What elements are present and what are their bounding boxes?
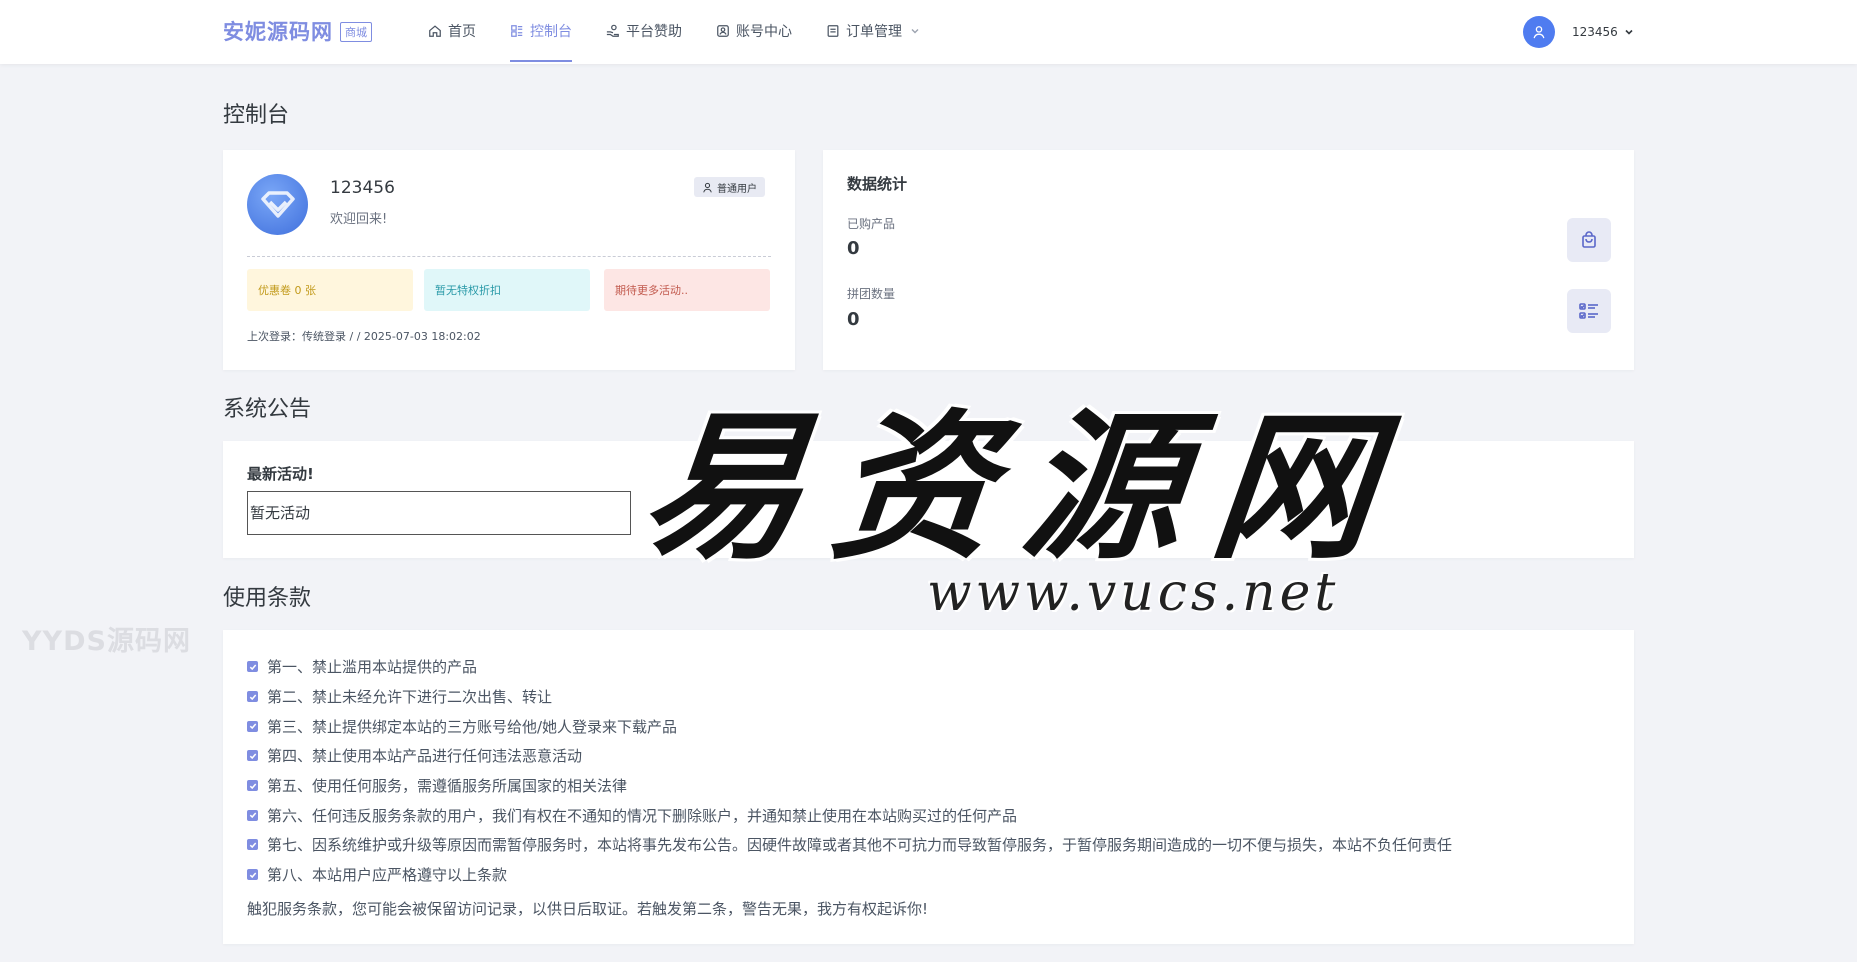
coupon-chip[interactable]: 优惠卷 0 张: [247, 269, 413, 311]
last-login-text: 上次登录：传统登录 / / 2025-07-03 18:02:02: [247, 330, 481, 343]
chevron-down-icon: [911, 29, 919, 34]
page-title: 控制台: [223, 103, 290, 128]
announcement-heading: 最新活动!: [247, 465, 314, 483]
terms-card: 第一、禁止滥用本站提供的产品 第二、禁止未经允许下进行二次出售、转让 第三、禁止…: [223, 630, 1634, 944]
stats-title: 数据统计: [847, 175, 908, 193]
dashboard-icon: [511, 25, 523, 37]
term-text: 第五、使用任何服务，需遵循服务所属国家的相关法律: [267, 777, 628, 796]
terms-footer: 触犯服务条款，您可能会被保留访问记录，以供日后取证。若触发第二条，警告无果，我方…: [247, 900, 929, 918]
welcome-text: 欢迎回来!: [330, 212, 388, 227]
user-type-label: 普通用户: [717, 183, 757, 195]
term-text: 第六、任何违反服务条款的用户，我们有权在不通知的情况下删除账户，并通知禁止使用在…: [267, 806, 1018, 825]
nav-item-home[interactable]: 首页: [428, 0, 476, 62]
donate-icon: [606, 24, 619, 37]
list-item: 第一、禁止滥用本站提供的产品: [247, 652, 1452, 682]
list-item: 第二、禁止未经允许下进行二次出售、转让: [247, 682, 1452, 712]
nav-item-dashboard[interactable]: 控制台: [510, 0, 572, 62]
account-icon: [717, 25, 729, 37]
checklist-icon: [1579, 303, 1598, 319]
checkbox-icon: [247, 661, 258, 673]
divider: [247, 256, 771, 257]
activity-chip[interactable]: 期待更多活动..: [604, 269, 770, 311]
avatar[interactable]: [1523, 16, 1555, 48]
nav-label: 订单管理: [846, 24, 902, 40]
term-text: 第一、禁止滥用本站提供的产品: [267, 658, 478, 677]
list-item: 第六、任何违反服务条款的用户，我们有权在不通知的情况下删除账户，并通知禁止使用在…: [247, 800, 1452, 830]
nav-item-account[interactable]: 账号中心: [716, 0, 792, 62]
list-item: 第七、因系统维护或升级等原因而需暂停服务时，本站将事先发布公告。因硬件故障或者其…: [247, 830, 1452, 860]
term-text: 第八、本站用户应严格遵守以上条款: [267, 866, 508, 885]
announcement-card: 最新活动! 暂无活动: [223, 441, 1634, 558]
nav-item-orders[interactable]: 订单管理: [826, 0, 920, 62]
top-navbar: 安妮源码网 商城 首页 控制台 平台赞助 账号中心 订单管理 123456: [0, 0, 1857, 64]
nav-label: 控制台: [530, 24, 572, 40]
nav-label: 平台赞助: [626, 24, 682, 40]
term-text: 第三、禁止提供绑定本站的三方账号给他/她人登录来下载产品: [267, 717, 678, 736]
terms-section-title: 使用条款: [223, 586, 312, 611]
orders-icon: [827, 25, 839, 37]
list-item: 第五、使用任何服务，需遵循服务所属国家的相关法律: [247, 771, 1452, 801]
term-text: 第四、禁止使用本站产品进行任何违法恶意活动: [267, 747, 583, 766]
diamond-icon: [260, 190, 295, 218]
brand-badge: 商城: [340, 22, 372, 42]
announcement-content: 暂无活动: [247, 491, 631, 535]
watermark-url: www.vucs.net: [927, 563, 1340, 623]
shopping-bag-icon: [1582, 231, 1596, 248]
main-nav: 首页 控制台 平台赞助 账号中心 订单管理: [428, 0, 954, 64]
user-type-badge: 普通用户: [694, 177, 765, 197]
user-menu[interactable]: 123456: [1523, 16, 1634, 48]
checkbox-icon: [247, 839, 258, 851]
profile-card: 123456 欢迎回来! 普通用户 优惠卷 0 张 暂无特权折扣 期待更多活动.…: [223, 150, 795, 370]
checkbox-icon: [247, 809, 258, 821]
watermark-left: YYDS源码网: [22, 626, 191, 657]
purchased-value: 0: [847, 238, 860, 259]
username-label[interactable]: 123456: [1572, 25, 1618, 39]
discount-chip[interactable]: 暂无特权折扣: [424, 269, 590, 311]
nav-label: 首页: [448, 24, 476, 40]
checkbox-icon: [247, 691, 258, 703]
list-item: 第八、本站用户应严格遵守以上条款: [247, 860, 1452, 890]
checkbox-icon: [247, 869, 258, 881]
nav-label: 账号中心: [736, 24, 792, 40]
term-text: 第二、禁止未经允许下进行二次出售、转让: [267, 688, 553, 707]
stats-card: 数据统计 已购产品 0 拼团数量 0: [823, 150, 1634, 370]
list-item: 第四、禁止使用本站产品进行任何违法恶意活动: [247, 741, 1452, 771]
profile-avatar: [247, 174, 308, 235]
chevron-down-icon[interactable]: [1624, 27, 1634, 37]
home-icon: [429, 25, 441, 37]
purchased-label: 已购产品: [847, 217, 896, 231]
terms-list: 第一、禁止滥用本站提供的产品 第二、禁止未经允许下进行二次出售、转让 第三、禁止…: [247, 652, 1452, 890]
announcement-section-title: 系统公告: [223, 397, 312, 422]
purchased-icon-box: [1567, 218, 1611, 262]
checkbox-icon: [247, 720, 258, 732]
checkbox-icon: [247, 750, 258, 762]
term-text: 第七、因系统维护或升级等原因而需暂停服务时，本站将事先发布公告。因硬件故障或者其…: [267, 836, 1453, 855]
user-icon: [1533, 26, 1545, 39]
brand-logo-text[interactable]: 安妮源码网: [223, 16, 333, 46]
checkbox-icon: [247, 780, 258, 792]
group-icon-box: [1567, 289, 1611, 333]
profile-name: 123456: [330, 178, 395, 198]
nav-item-donate[interactable]: 平台赞助: [606, 0, 682, 62]
user-icon: [703, 182, 712, 192]
list-item: 第三、禁止提供绑定本站的三方账号给他/她人登录来下载产品: [247, 711, 1452, 741]
group-value: 0: [847, 309, 860, 330]
group-label: 拼团数量: [847, 287, 896, 301]
